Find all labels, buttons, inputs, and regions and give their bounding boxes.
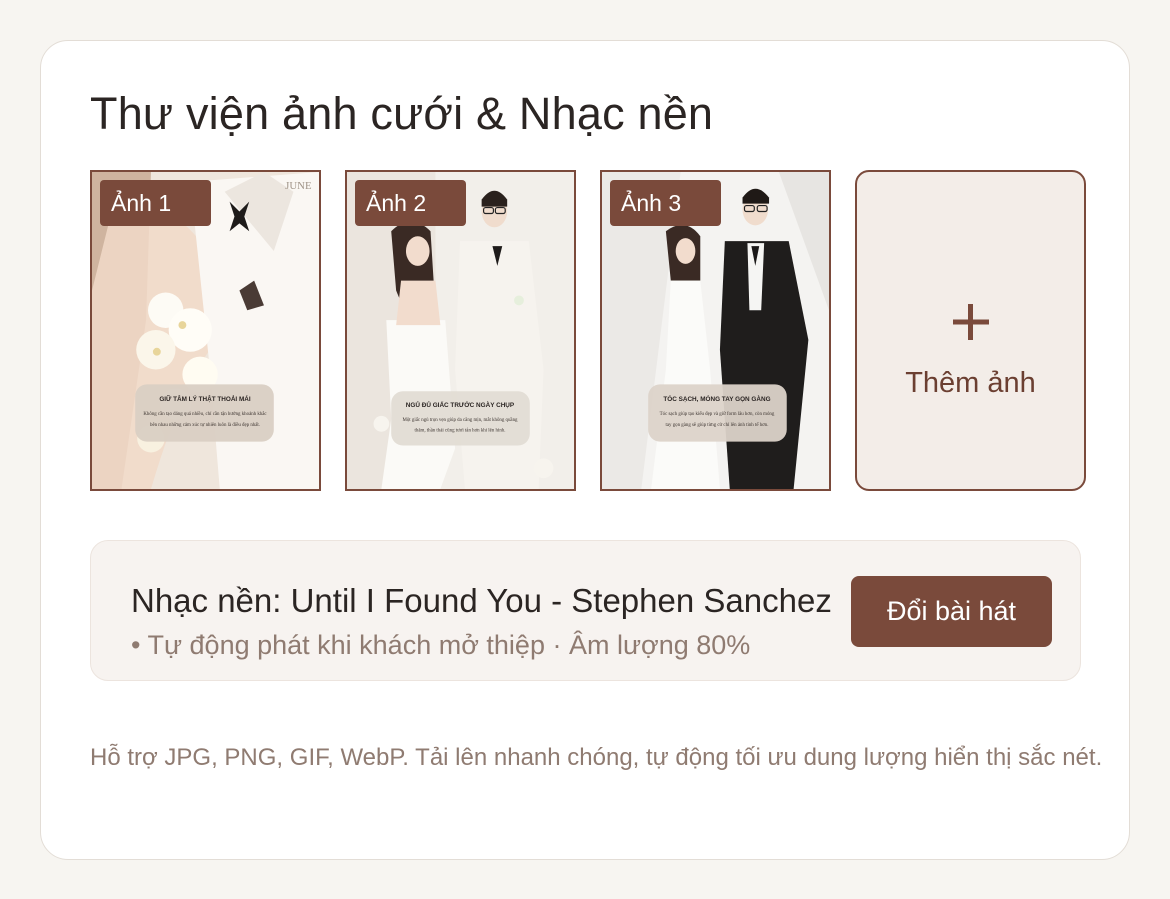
svg-text:Tóc sạch giúp tạo kiểu đẹp và: Tóc sạch giúp tạo kiểu đẹp và giữ form l… [660,411,775,417]
svg-text:TÓC SẠCH, MÓNG TAY GỌN GÀNG: TÓC SẠCH, MÓNG TAY GỌN GÀNG [663,394,770,403]
music-subtitle: • Tự động phát khi khách mở thiệp · Âm l… [131,630,751,660]
svg-text:Không cần tạo dáng quá nhiều,: Không cần tạo dáng quá nhiều, chỉ cần tậ… [143,411,267,417]
add-photo-label: Thêm ảnh [905,367,1036,399]
photo-tile-3[interactable]: TÓC SẠCH, MÓNG TAY GỌN GÀNG Tóc sạch giú… [600,170,831,491]
plus-icon [857,302,1084,346]
add-photo-button[interactable]: Thêm ảnh [855,170,1086,491]
photo-label: Ảnh 1 [100,180,211,226]
svg-text:bên nhau những cảm xúc tự nhiê: bên nhau những cảm xúc tự nhiên luôn là … [150,423,260,428]
page-title: Thư viện ảnh cưới & Nhạc nền [90,88,714,139]
photo-tile-2[interactable]: NGỦ ĐỦ GIẤC TRƯỚC NGÀY CHỤP Một giấc ngủ… [345,170,576,491]
photo-tile-1[interactable]: GIỮ TÂM LÝ THẬT THOẢI MÁI Không cần tạo … [90,170,321,491]
change-song-button[interactable]: Đổi bài hát [851,576,1052,647]
music-title: Nhạc nền: Until I Found You - Stephen Sa… [131,582,832,619]
svg-text:tay gọn gàng sẽ giúp từng cử c: tay gọn gàng sẽ giúp từng cử chỉ lên ảnh… [666,423,769,428]
svg-text:thâm, thần thái cũng tươi tắn: thâm, thần thái cũng tươi tắn hơn khi lê… [415,428,506,434]
photo-label: Ảnh 3 [610,180,721,226]
svg-text:Một giấc ngủ trọn vẹn giúp da: Một giấc ngủ trọn vẹn giúp da căng mịn, … [403,417,519,423]
svg-text:JUNE: JUNE [285,180,312,192]
music-panel: Nhạc nền: Until I Found You - Stephen Sa… [90,540,1081,681]
svg-text:GIỮ TÂM LÝ THẬT THOẢI MÁI: GIỮ TÂM LÝ THẬT THOẢI MÁI [159,394,251,403]
upload-note: Hỗ trợ JPG, PNG, GIF, WebP. Tải lên nhan… [90,744,1103,771]
photo-label: Ảnh 2 [355,180,466,226]
